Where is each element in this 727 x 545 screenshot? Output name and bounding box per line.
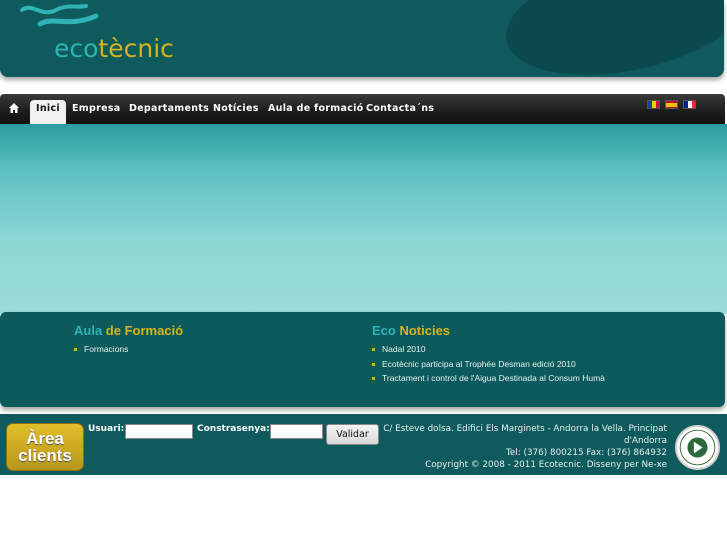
page: ecotècnic Inici Empresa Departaments Not… <box>0 0 727 545</box>
nav-item-noticies[interactable]: Notícies <box>213 100 259 122</box>
main-navbar: Inici Empresa Departaments Notícies Aula… <box>0 94 725 124</box>
noticies-title-part1: Eco <box>372 323 396 338</box>
noticies-box-title: Eco Noticies <box>372 323 450 338</box>
news-item[interactable]: Ecotècnic participa al Trophée Desman ed… <box>372 357 605 372</box>
area-clients-line2: clients <box>18 446 72 465</box>
area-clients-button[interactable]: Àrea clients <box>6 423 84 471</box>
area-clients-line1: Àrea <box>26 429 64 448</box>
contact-line: Tel: (376) 800215 Fax: (376) 864932 <box>506 448 667 458</box>
aula-title-part1: Aula <box>74 323 103 338</box>
info-boxes: Aula de Formació Formacions Eco Noticies… <box>0 312 725 407</box>
user-label: Usuari: <box>88 424 125 434</box>
logo-wave-icon <box>20 4 99 27</box>
news-item[interactable]: Tractament i control de l'Aigua Destinad… <box>372 371 605 386</box>
header: ecotècnic <box>0 0 724 77</box>
quality-seal-icon <box>675 425 720 470</box>
nav-item-inici[interactable]: Inici <box>30 100 66 124</box>
password-input[interactable] <box>270 424 323 439</box>
header-decoration <box>495 0 724 77</box>
aula-item-formacions[interactable]: Formacions <box>74 342 128 357</box>
nav-item-aula-de-formacio[interactable]: Aula de formació <box>268 100 364 122</box>
noticies-list: Nadal 2010 Ecotècnic participa al Trophé… <box>372 342 605 386</box>
flag-andorra-icon[interactable] <box>647 100 660 109</box>
logo-text-tecnic: tècnic <box>98 34 174 63</box>
hero-banner <box>0 124 727 314</box>
flag-france-icon[interactable] <box>683 100 696 109</box>
aula-list: Formacions <box>74 342 128 357</box>
nav-item-contactans[interactable]: Contacta´ns <box>366 100 434 122</box>
logo-text-eco: eco <box>54 34 99 63</box>
site-logo[interactable]: ecotècnic <box>54 34 174 63</box>
noticies-title-part2: Noticies <box>399 323 451 338</box>
flag-spain-icon[interactable] <box>665 100 678 109</box>
footer: Àrea clients Usuari: Constrasenya: Valida… <box>0 414 727 475</box>
company-address: C/ Esteve dolsa. Edifici Els Marginets -… <box>383 423 667 471</box>
news-item[interactable]: Nadal 2010 <box>372 342 605 357</box>
password-label: Constrasenya: <box>197 424 270 434</box>
nav-item-empresa[interactable]: Empresa <box>72 100 120 122</box>
nav-item-departaments[interactable]: Departaments <box>129 100 209 122</box>
copyright-line: Copyright © 2008 - 2011 Ecotecnic. Disse… <box>425 460 667 470</box>
address-line: C/ Esteve dolsa. Edifici Els Marginets -… <box>383 424 667 446</box>
home-icon[interactable] <box>8 102 20 114</box>
validate-button[interactable]: Validar <box>326 424 379 445</box>
aula-box-title: Aula de Formació <box>74 323 183 338</box>
user-input[interactable] <box>125 424 193 439</box>
aula-title-part2: de Formació <box>105 323 184 338</box>
